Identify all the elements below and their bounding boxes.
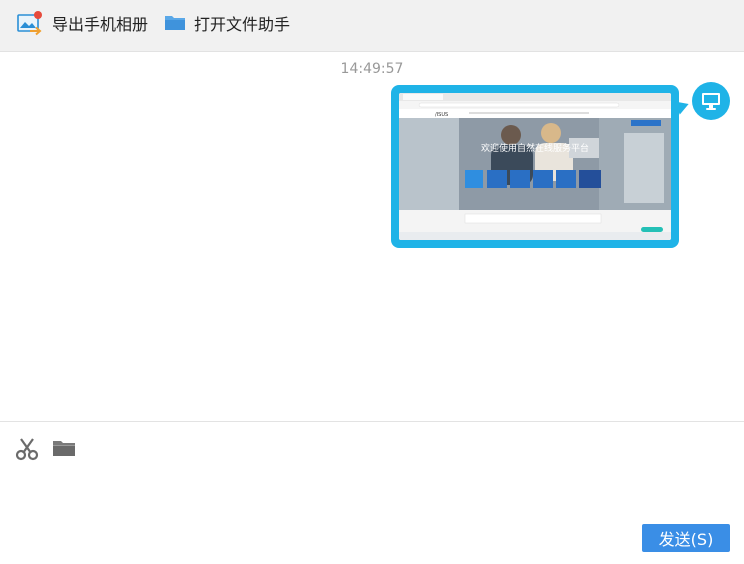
computer-avatar[interactable] [692, 82, 730, 120]
export-album-button[interactable]: 导出手机相册 [16, 8, 148, 38]
chat-area[interactable]: 14:49:57 /ISUS 欢迎使用自然在线服务平台 [0, 52, 744, 420]
open-file-helper-label: 打开文件助手 [194, 15, 291, 34]
hero-title: 欢迎使用自然在线服务平台 [481, 142, 589, 154]
computer-avatar-icon [702, 93, 720, 110]
folder-icon [165, 16, 185, 30]
open-file-helper-button[interactable]: 打开文件助手 [164, 8, 290, 38]
top-toolbar: 导出手机相册 打开文件助手 [0, 0, 744, 52]
send-button[interactable]: 发送(S) [642, 524, 730, 552]
message-bubble[interactable]: /ISUS 欢迎使用自然在线服务平台 [391, 85, 679, 248]
site-logo: /ISUS [435, 112, 448, 118]
message-input-area[interactable]: 发送(S) [0, 422, 744, 564]
screenshot-tool-button[interactable] [14, 436, 40, 466]
open-folder-icon [53, 441, 75, 456]
scissors-icon [15, 438, 39, 461]
send-file-button[interactable] [52, 436, 78, 466]
timestamp-text: 14:49:57 [340, 61, 404, 77]
screenshot-thumbnail[interactable]: /ISUS 欢迎使用自然在线服务平台 [399, 93, 671, 240]
export-album-label: 导出手机相册 [52, 15, 149, 34]
message-timestamp: 14:49:57 [0, 61, 744, 77]
album-export-icon [17, 11, 42, 36]
screenshot-image: /ISUS 欢迎使用自然在线服务平台 [399, 93, 671, 240]
